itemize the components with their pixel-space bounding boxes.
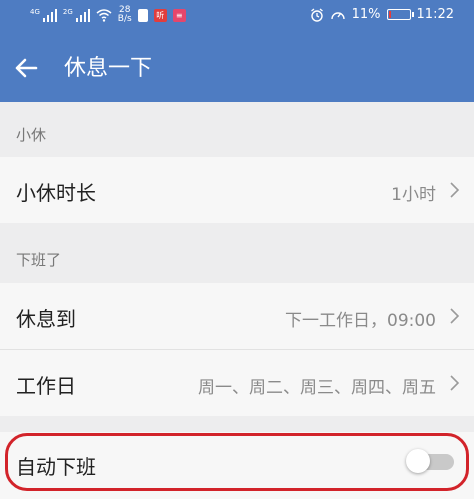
section-label-off-work: 下班了 <box>16 251 62 269</box>
status-bar: 4G 2G 28 B/s 听 ≡ 11% 11:22 <box>0 0 474 36</box>
status-left-group: 4G 2G 28 B/s 听 ≡ <box>30 6 186 24</box>
battery-fill <box>388 11 391 18</box>
signal1-label: 4G <box>30 8 40 16</box>
speed-unit: B/s <box>117 14 132 24</box>
row-break-duration[interactable]: 小休时长 1小时 <box>0 157 474 223</box>
break-duration-value: 1小时 <box>391 185 436 205</box>
wifi-icon <box>96 9 112 22</box>
cell-signal-icon: 4G <box>30 8 57 22</box>
alarm-icon <box>310 7 323 22</box>
break-duration-label: 小休时长 <box>16 181 96 205</box>
battery-icon <box>386 9 414 20</box>
rest-until-label: 休息到 <box>16 307 76 331</box>
auto-off-work-label: 自动下班 <box>16 455 96 479</box>
arrow-left-icon[interactable] <box>8 50 44 86</box>
section-label-break: 小休 <box>16 126 47 144</box>
row-workdays[interactable]: 工作日 周一、周二、周三、周四、周五 <box>0 350 474 416</box>
toggle-knob <box>406 449 430 473</box>
cell-signal-icon-2: 2G <box>63 8 90 22</box>
auto-off-work-toggle[interactable] <box>406 448 454 474</box>
app-header: 休息一下 <box>0 36 474 102</box>
workdays-label: 工作日 <box>16 374 76 398</box>
clock: 11:22 <box>416 7 454 22</box>
sim-icon <box>137 8 148 22</box>
app-notification-icon-2: ≡ <box>172 8 186 22</box>
signal2-label: 2G <box>62 8 73 16</box>
row-rest-until[interactable]: 休息到 下一工作日，09:00 <box>0 283 474 349</box>
network-speed: 28 B/s <box>118 6 132 24</box>
page-title: 休息一下 <box>64 56 153 81</box>
chevron-right-icon <box>450 375 460 391</box>
status-right-group: 11% 11:22 <box>310 7 454 22</box>
app-notification-icon: 听 <box>153 8 167 22</box>
power-saving-icon <box>330 11 345 19</box>
row-auto-off-work: 自动下班 <box>0 432 474 499</box>
chevron-right-icon <box>450 308 460 324</box>
chevron-right-icon <box>450 182 460 198</box>
battery-percent: 11% <box>351 7 381 22</box>
rest-until-value: 下一工作日，09:00 <box>285 311 436 331</box>
workdays-value: 周一、周二、周三、周四、周五 <box>198 378 436 398</box>
